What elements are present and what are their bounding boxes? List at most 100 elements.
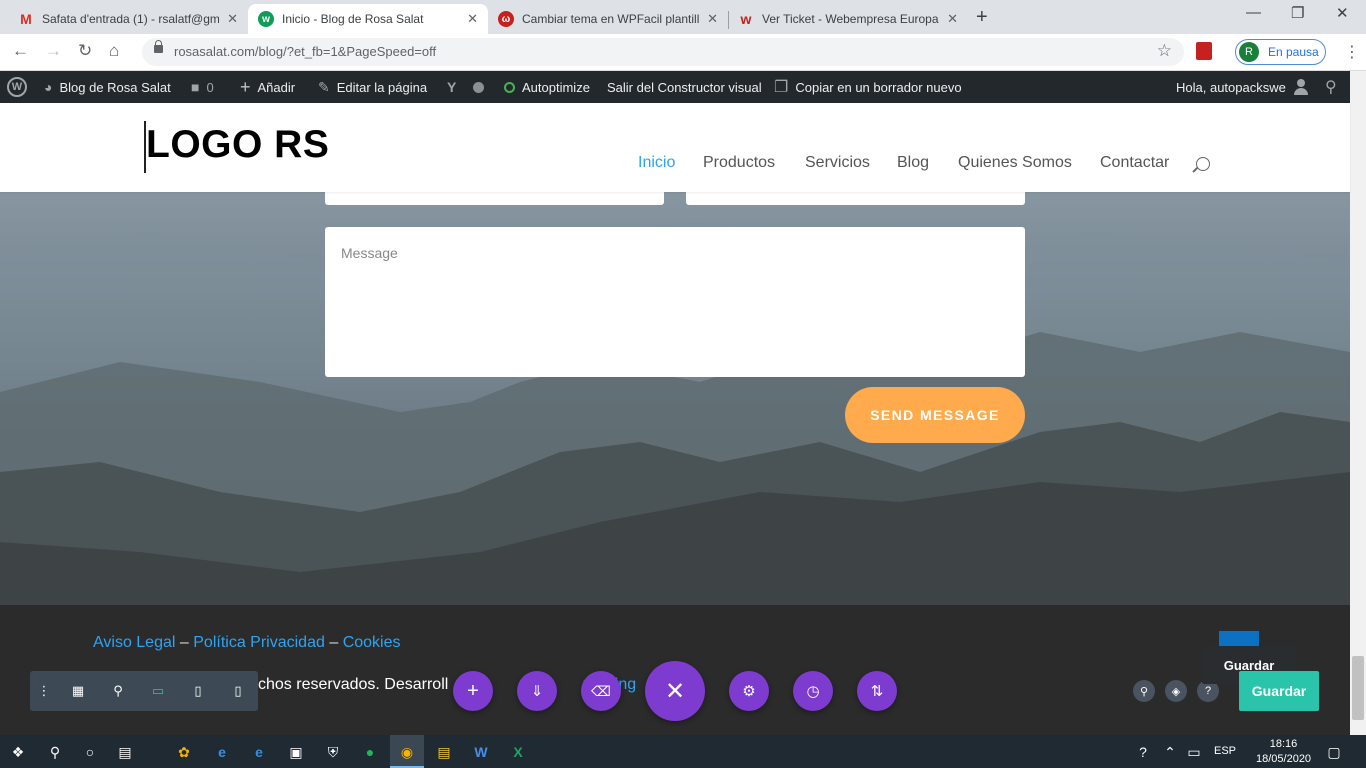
bookmark-star-icon[interactable]: ☆ — [1157, 41, 1172, 61]
history-clock-icon[interactable]: ◷ — [793, 671, 833, 711]
wordpress-logo-icon: W — [7, 77, 27, 97]
tab-gmail[interactable]: M Safata d'entrada (1) - rsalatf@gm ✕ — [8, 4, 248, 34]
tablet-view-icon[interactable]: ▯ — [188, 681, 208, 701]
menu-item-productos[interactable]: Productos — [703, 154, 775, 172]
file-explorer-icon[interactable]: ▤ — [434, 742, 454, 762]
photos-app-icon[interactable]: ✿ — [174, 742, 194, 762]
minimize-icon[interactable]: — — [1246, 4, 1261, 21]
admin-yoast[interactable]: Y — [447, 71, 485, 103]
word-icon[interactable]: W — [471, 742, 491, 762]
chrome-icon[interactable]: ◉ — [397, 742, 417, 762]
save-button[interactable]: Guardar — [1239, 671, 1319, 711]
email-field[interactable] — [325, 192, 664, 205]
footer-separator: – — [179, 634, 189, 651]
battery-icon[interactable]: ▭ — [1184, 742, 1204, 762]
admin-comments[interactable]: ■ 0 — [191, 71, 214, 103]
tab-ticket[interactable]: w Ver Ticket - Webempresa Europa ✕ — [728, 4, 968, 34]
windows-start-icon[interactable]: ❖ — [8, 742, 28, 762]
close-icon[interactable]: ✕ — [227, 11, 238, 27]
cortana-icon[interactable]: ○ — [80, 742, 100, 762]
edge-icon[interactable]: e — [212, 742, 232, 762]
restore-icon[interactable]: ❐ — [1291, 4, 1304, 22]
politica-privacidad-link[interactable]: Política Privacidad — [193, 634, 325, 651]
menu-item-quienes-somos[interactable]: Quienes Somos — [958, 154, 1072, 172]
zoom-icon[interactable]: ⚲ — [108, 681, 128, 701]
address-bar[interactable]: rosasalat.com/blog/?et_fb=1&PageSpeed=of… — [142, 38, 1184, 66]
admin-site-name[interactable]: ◕ Blog de Rosa Salat — [44, 71, 171, 103]
webempresa-icon: w — [740, 11, 752, 27]
close-icon[interactable]: ✕ — [707, 11, 718, 27]
subject-field[interactable] — [686, 192, 1025, 205]
admin-edit-page[interactable]: ✎ Editar la página — [318, 71, 427, 103]
gmail-icon: M — [20, 11, 32, 27]
dashboard-gauge-icon: ◕ — [44, 79, 53, 95]
wireframe-view-icon[interactable]: ▦ — [68, 681, 88, 701]
add-module-icon[interactable]: + — [453, 671, 493, 711]
page-scrollbar[interactable] — [1350, 71, 1366, 735]
cookies-link[interactable]: Cookies — [343, 634, 401, 651]
admin-copy-draft[interactable]: ❐ Copiar en un borrador nuevo — [774, 71, 962, 103]
menu-item-blog[interactable]: Blog — [897, 154, 929, 172]
builder-search-icon[interactable]: ⚲ — [1133, 680, 1155, 702]
admin-add-new[interactable]: + Añadir — [240, 71, 295, 103]
scrollbar-thumb[interactable] — [1352, 656, 1364, 720]
profile-button[interactable]: R En pausa — [1235, 39, 1326, 65]
header-search-icon[interactable] — [1196, 157, 1210, 171]
add-new-label: Añadir — [257, 79, 296, 95]
builder-menu-icon[interactable]: ⋮ — [34, 681, 54, 701]
menu-item-contactar[interactable]: Contactar — [1100, 154, 1169, 172]
back-icon[interactable]: ← — [12, 41, 29, 61]
tab-inicio-blog[interactable]: w Inicio - Blog de Rosa Salat ✕ — [248, 4, 488, 34]
security-shield-icon[interactable]: ⛨ — [323, 742, 343, 762]
close-builder-icon[interactable]: ✕ — [645, 661, 705, 721]
layers-icon[interactable]: ◈ — [1165, 680, 1187, 702]
forward-icon[interactable]: → — [45, 41, 62, 61]
new-tab-button[interactable]: + — [976, 6, 988, 29]
page-settings-gear-icon[interactable]: ⚙ — [729, 671, 769, 711]
tray-expand-icon[interactable]: ⌃ — [1160, 742, 1180, 762]
language-indicator[interactable]: ESP — [1214, 745, 1236, 757]
menu-item-inicio[interactable]: Inicio — [638, 154, 675, 172]
close-icon[interactable]: ✕ — [947, 11, 958, 27]
search-icon[interactable]: ⚲ — [45, 742, 65, 762]
url-text[interactable]: rosasalat.com/blog/?et_fb=1&PageSpeed=of… — [174, 44, 436, 59]
clock-time: 18:16 — [1269, 738, 1298, 750]
excel-icon[interactable]: X — [508, 742, 528, 762]
system-clock[interactable]: 18:16 18/05/2020 — [1256, 737, 1311, 767]
edit-page-label: Editar la página — [336, 79, 428, 95]
message-placeholder: Message — [341, 245, 398, 261]
help-tray-icon[interactable]: ? — [1133, 742, 1153, 762]
send-message-button[interactable]: SEND MESSAGE — [845, 387, 1025, 443]
browser-menu-icon[interactable]: ⋮ — [1344, 42, 1360, 62]
pdf-extension-icon[interactable] — [1196, 42, 1212, 60]
notifications-icon[interactable]: ▢ — [1324, 742, 1344, 762]
aviso-legal-link[interactable]: Aviso Legal — [93, 634, 175, 651]
tab-wpfacil[interactable]: ω Cambiar tema en WPFacil plantill ✕ — [488, 4, 728, 34]
trash-icon[interactable]: ⌫ — [581, 671, 621, 711]
image-viewer-icon[interactable]: ▣ — [286, 742, 306, 762]
message-textarea[interactable]: Message — [325, 227, 1025, 377]
home-icon[interactable]: ⌂ — [109, 41, 119, 61]
task-view-icon[interactable]: ▤ — [115, 742, 135, 762]
wordpress-menu[interactable]: W — [7, 71, 27, 103]
admin-search[interactable]: ⚲ — [1325, 71, 1344, 103]
user-avatar-icon — [1293, 79, 1308, 95]
admin-user-account[interactable]: Hola, autopackswe — [1176, 71, 1308, 103]
tab-title: Safata d'entrada (1) - rsalatf@gm — [42, 12, 220, 26]
close-icon[interactable]: ✕ — [467, 11, 478, 27]
sort-arrows-icon[interactable]: ⇅ — [857, 671, 897, 711]
site-logo[interactable]: LOGO RS — [146, 123, 329, 167]
portability-icon[interactable]: ⇓ — [517, 671, 557, 711]
window-close-icon[interactable]: ✕ — [1336, 4, 1349, 22]
reload-icon[interactable]: ↻ — [78, 41, 92, 61]
autoptimize-label: Autoptimize — [522, 79, 590, 95]
desktop-view-icon[interactable]: ▭ — [148, 681, 168, 701]
seo-status-dot — [473, 81, 485, 93]
site-favicon-icon: w — [258, 11, 274, 27]
admin-exit-builder[interactable]: Salir del Constructor visual — [607, 71, 762, 103]
internet-explorer-icon[interactable]: e — [249, 742, 269, 762]
admin-autoptimize[interactable]: Autoptimize — [504, 71, 590, 103]
spotify-icon[interactable]: ● — [360, 742, 380, 762]
menu-item-servicios[interactable]: Servicios — [805, 154, 870, 172]
phone-view-icon[interactable]: ▯ — [228, 681, 248, 701]
